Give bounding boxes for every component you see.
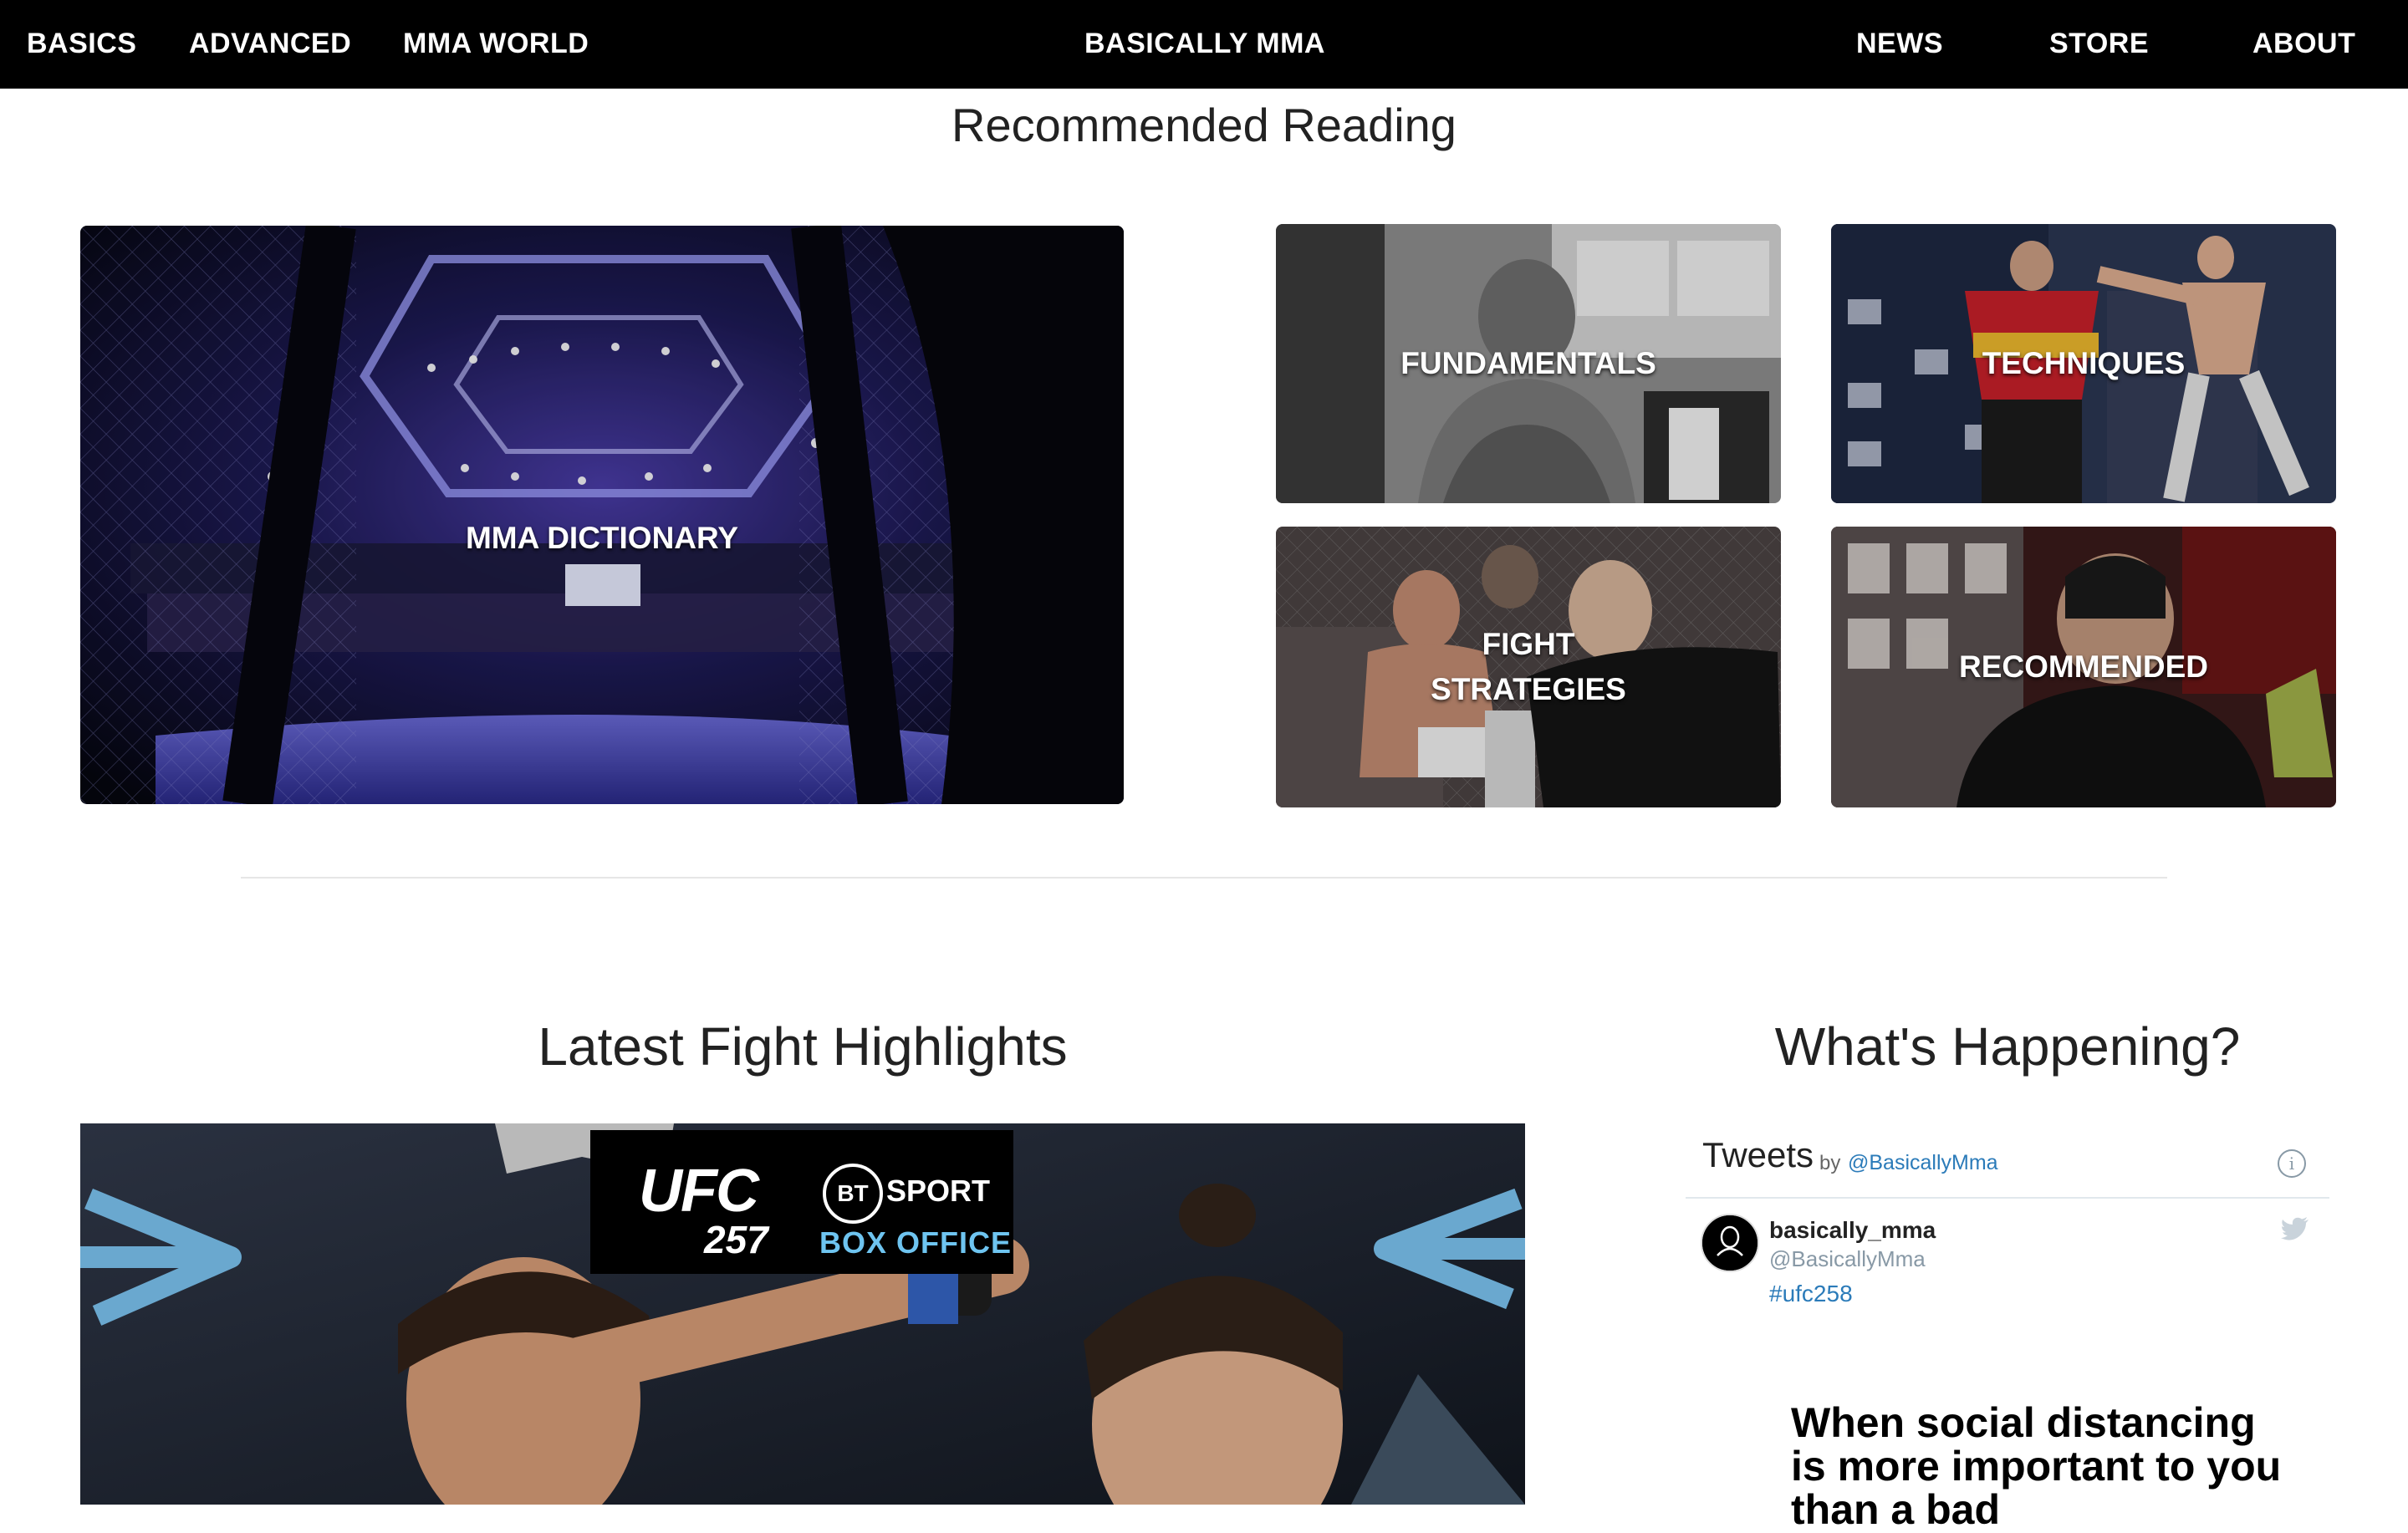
tweet-hashtag-link[interactable]: #ufc258 xyxy=(1769,1281,1853,1307)
section-divider xyxy=(241,877,2167,879)
tile-label: FUNDAMENTALS xyxy=(1400,346,1656,380)
nav-about[interactable]: ABOUT xyxy=(2252,0,2355,89)
avatar-image xyxy=(1702,1215,1758,1271)
happening-heading: What's Happening? xyxy=(1774,1016,2241,1077)
tile-recommended[interactable]: RECOMMENDED xyxy=(1831,527,2336,807)
tile-fight-strategies[interactable]: FIGHT STRATEGIES xyxy=(1276,527,1781,807)
site-brand[interactable]: BASICALLY MMA xyxy=(1084,0,1325,89)
tweet-author-name[interactable]: basically_mma xyxy=(1769,1217,1936,1244)
nav-news[interactable]: NEWS xyxy=(1856,0,1943,89)
bt-sport-text: SPORT xyxy=(886,1174,991,1208)
ufc-bt-sport-banner: UFC 257 BT SPORT BOX OFFICE xyxy=(590,1130,1013,1274)
ufc-event-number: 257 xyxy=(704,1218,768,1261)
twitter-handle-link[interactable]: @BasicallyMma xyxy=(1848,1151,1998,1175)
tweet-media-text: When social distancing is more important… xyxy=(1791,1399,2282,1533)
ufc-logo: UFC xyxy=(639,1158,759,1225)
tile-mma-dictionary[interactable]: MMA DICTIONARY xyxy=(80,226,1124,804)
top-nav: BASICS ADVANCED MMA WORLD BASICALLY MMA … xyxy=(0,0,2408,89)
tile-label: TECHNIQUES xyxy=(1982,346,2186,380)
avatar[interactable] xyxy=(1701,1214,1759,1272)
nav-basics[interactable]: BASICS xyxy=(27,0,136,89)
nav-store[interactable]: STORE xyxy=(2049,0,2149,89)
bt-logo: BT xyxy=(823,1164,883,1224)
tile-techniques[interactable]: TECHNIQUES xyxy=(1831,224,2336,503)
tile-label: MMA DICTIONARY xyxy=(465,520,739,555)
tile-label: FIGHT STRATEGIES xyxy=(1431,627,1626,706)
highlights-heading: Latest Fight Highlights xyxy=(538,1016,1068,1077)
tweets-divider xyxy=(1686,1197,2329,1199)
info-icon[interactable]: i xyxy=(2278,1149,2306,1178)
nav-advanced[interactable]: ADVANCED xyxy=(189,0,351,89)
tweet-author-handle[interactable]: @BasicallyMma xyxy=(1769,1246,1926,1272)
tile-label: RECOMMENDED xyxy=(1958,649,2209,684)
tile-fundamentals[interactable]: FUNDAMENTALS xyxy=(1276,224,1781,503)
twitter-bird-icon[interactable] xyxy=(2281,1217,2309,1245)
nav-mma-world[interactable]: MMA WORLD xyxy=(403,0,589,89)
tweets-by-label: by xyxy=(1819,1152,1841,1174)
tweets-title: Tweets xyxy=(1702,1135,1814,1174)
bt-box-office-text: BOX OFFICE xyxy=(819,1225,1013,1260)
recommended-heading: Recommended Reading xyxy=(951,99,1457,151)
